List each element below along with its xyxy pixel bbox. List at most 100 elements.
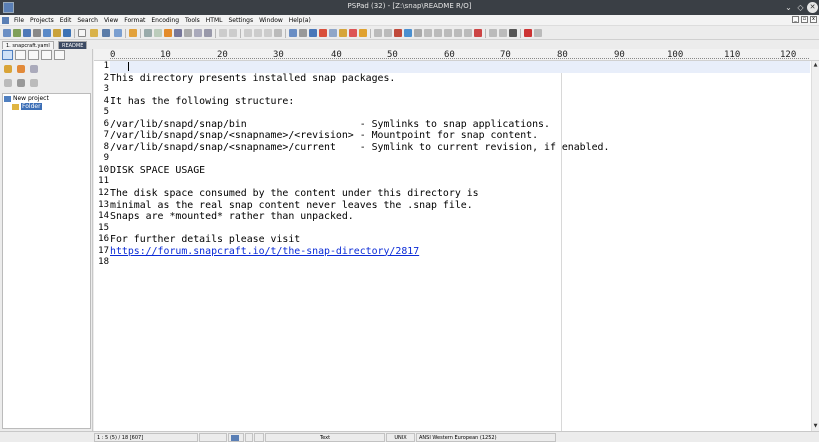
preview-icon[interactable] (184, 29, 192, 37)
open-project-icon[interactable] (13, 29, 21, 37)
code-line-link[interactable]: https://forum.snapcraft.io/t/the-snap-di… (110, 246, 810, 258)
mdi-minimize-icon[interactable]: _ (792, 16, 799, 23)
record-macro-icon[interactable] (524, 29, 532, 37)
close-icon[interactable]: ✕ (807, 2, 818, 13)
line-numbers-icon[interactable] (309, 29, 317, 37)
code-line[interactable] (110, 84, 810, 96)
code-line[interactable]: /var/lib/snapd/snap/bin - Symlinks to sn… (110, 119, 810, 131)
save-icon[interactable] (102, 29, 110, 37)
format-icon[interactable] (454, 29, 462, 37)
lock-icon[interactable] (339, 29, 347, 37)
google-icon[interactable] (474, 29, 482, 37)
code-line[interactable] (110, 257, 810, 269)
favorites-tab-icon[interactable] (41, 50, 52, 60)
color-icon[interactable] (404, 29, 412, 37)
projects-tab-icon[interactable] (2, 50, 13, 60)
comment-icon[interactable] (434, 29, 442, 37)
open-files-tab-icon[interactable] (54, 50, 65, 60)
terminal-icon[interactable] (509, 29, 517, 37)
new-file-icon[interactable] (3, 29, 11, 37)
redo-icon[interactable] (229, 29, 237, 37)
search-icon[interactable] (144, 29, 152, 37)
save-all-icon[interactable] (114, 29, 122, 37)
code-icon[interactable] (174, 29, 182, 37)
replace-icon[interactable] (154, 29, 162, 37)
menu-tools[interactable]: Tools (182, 16, 203, 25)
tree-folder-node[interactable]: Folder (12, 103, 42, 111)
files-tab-icon[interactable] (15, 50, 26, 60)
info-icon[interactable] (17, 79, 25, 87)
open-file-icon[interactable] (90, 29, 98, 37)
copy-icon[interactable] (254, 29, 262, 37)
column-mode-icon[interactable] (329, 29, 337, 37)
mdi-restore-icon[interactable]: ▫ (801, 16, 808, 23)
minimize-icon[interactable]: ⌄ (783, 2, 794, 13)
code-line[interactable]: Snaps are *mounted* rather than unpacked… (110, 211, 810, 223)
line-ending[interactable]: UNIX (386, 433, 415, 442)
menu-help[interactable]: Help(a) (286, 16, 314, 25)
folder-icon[interactable] (53, 29, 61, 37)
code-line[interactable] (110, 176, 810, 188)
mdi-close-icon[interactable]: x (810, 16, 817, 23)
menu-window[interactable]: Window (256, 16, 286, 25)
window-list-icon[interactable] (489, 29, 497, 37)
undo-icon[interactable] (219, 29, 227, 37)
add-files-icon[interactable] (17, 65, 25, 73)
menu-file[interactable]: File (11, 16, 27, 25)
code-line[interactable] (110, 107, 810, 119)
bookmark-icon[interactable] (129, 29, 137, 37)
arrow-icon[interactable] (359, 29, 367, 37)
code-line-current[interactable] (110, 61, 810, 73)
code-line[interactable]: For further details please visit (110, 234, 810, 246)
print-preview-icon[interactable] (204, 29, 212, 37)
text-icon[interactable] (414, 29, 422, 37)
code-line[interactable] (110, 223, 810, 235)
play-macro-icon[interactable] (534, 29, 542, 37)
cut-icon[interactable] (244, 29, 252, 37)
code-line[interactable]: DISK SPACE USAGE (110, 165, 810, 177)
code-line[interactable]: /var/lib/snapd/snap/<snapname>/<revision… (110, 130, 810, 142)
special-chars-icon[interactable] (299, 29, 307, 37)
snap-directory-link[interactable]: https://forum.snapcraft.io/t/the-snap-di… (110, 246, 419, 257)
tab-readme[interactable]: README (58, 41, 88, 49)
tree-project-node[interactable]: New project (4, 95, 49, 103)
new-document-icon[interactable] (78, 29, 86, 37)
code-text[interactable]: This directory presents installed snap p… (110, 61, 810, 431)
highlight-icon[interactable] (319, 29, 327, 37)
compare-icon[interactable] (374, 29, 382, 37)
menu-edit[interactable]: Edit (57, 16, 75, 25)
color-picker-icon[interactable] (164, 29, 172, 37)
settings-icon[interactable] (30, 79, 38, 87)
menu-html[interactable]: HTML (203, 16, 226, 25)
tab-snapcraft-yaml[interactable]: 1. snapcraft.yaml (2, 41, 54, 49)
menu-encoding[interactable]: Encoding (148, 16, 182, 25)
code-line[interactable]: The disk space consumed by the content u… (110, 188, 810, 200)
clip-icon[interactable] (394, 29, 402, 37)
hex-icon[interactable] (384, 29, 392, 37)
html-tag-icon[interactable] (424, 29, 432, 37)
code-line[interactable]: This directory presents installed snap p… (110, 73, 810, 85)
print-icon[interactable] (194, 29, 202, 37)
menu-projects[interactable]: Projects (27, 16, 57, 25)
editor-area[interactable]: 0 10 20 30 40 50 60 70 80 90 100 110 120… (94, 49, 819, 431)
file-encoding[interactable]: ANSI Western European (1252) (416, 433, 556, 442)
ftp-tab-icon[interactable] (28, 50, 39, 60)
code-line[interactable]: minimal as the real snap content never l… (110, 200, 810, 212)
back-icon[interactable] (4, 79, 12, 87)
maximize-icon[interactable]: ◇ (795, 2, 806, 13)
menu-settings[interactable]: Settings (226, 16, 257, 25)
syntax-mode[interactable]: Text (265, 433, 385, 442)
ftp-icon[interactable] (63, 29, 71, 37)
dropdown-arrow-icon[interactable] (33, 29, 41, 37)
tile-icon[interactable] (499, 29, 507, 37)
scroll-up-icon[interactable]: ▲ (812, 62, 819, 69)
add-folder-icon[interactable] (4, 65, 12, 73)
project-icon[interactable] (43, 29, 51, 37)
code-line[interactable] (110, 153, 810, 165)
menu-search[interactable]: Search (74, 16, 101, 25)
paste-icon[interactable] (264, 29, 272, 37)
scroll-down-icon[interactable]: ▼ (812, 423, 819, 430)
refresh-icon[interactable] (30, 65, 38, 73)
vertical-scrollbar[interactable]: ▲ ▼ (811, 61, 819, 431)
menu-view[interactable]: View (101, 16, 121, 25)
